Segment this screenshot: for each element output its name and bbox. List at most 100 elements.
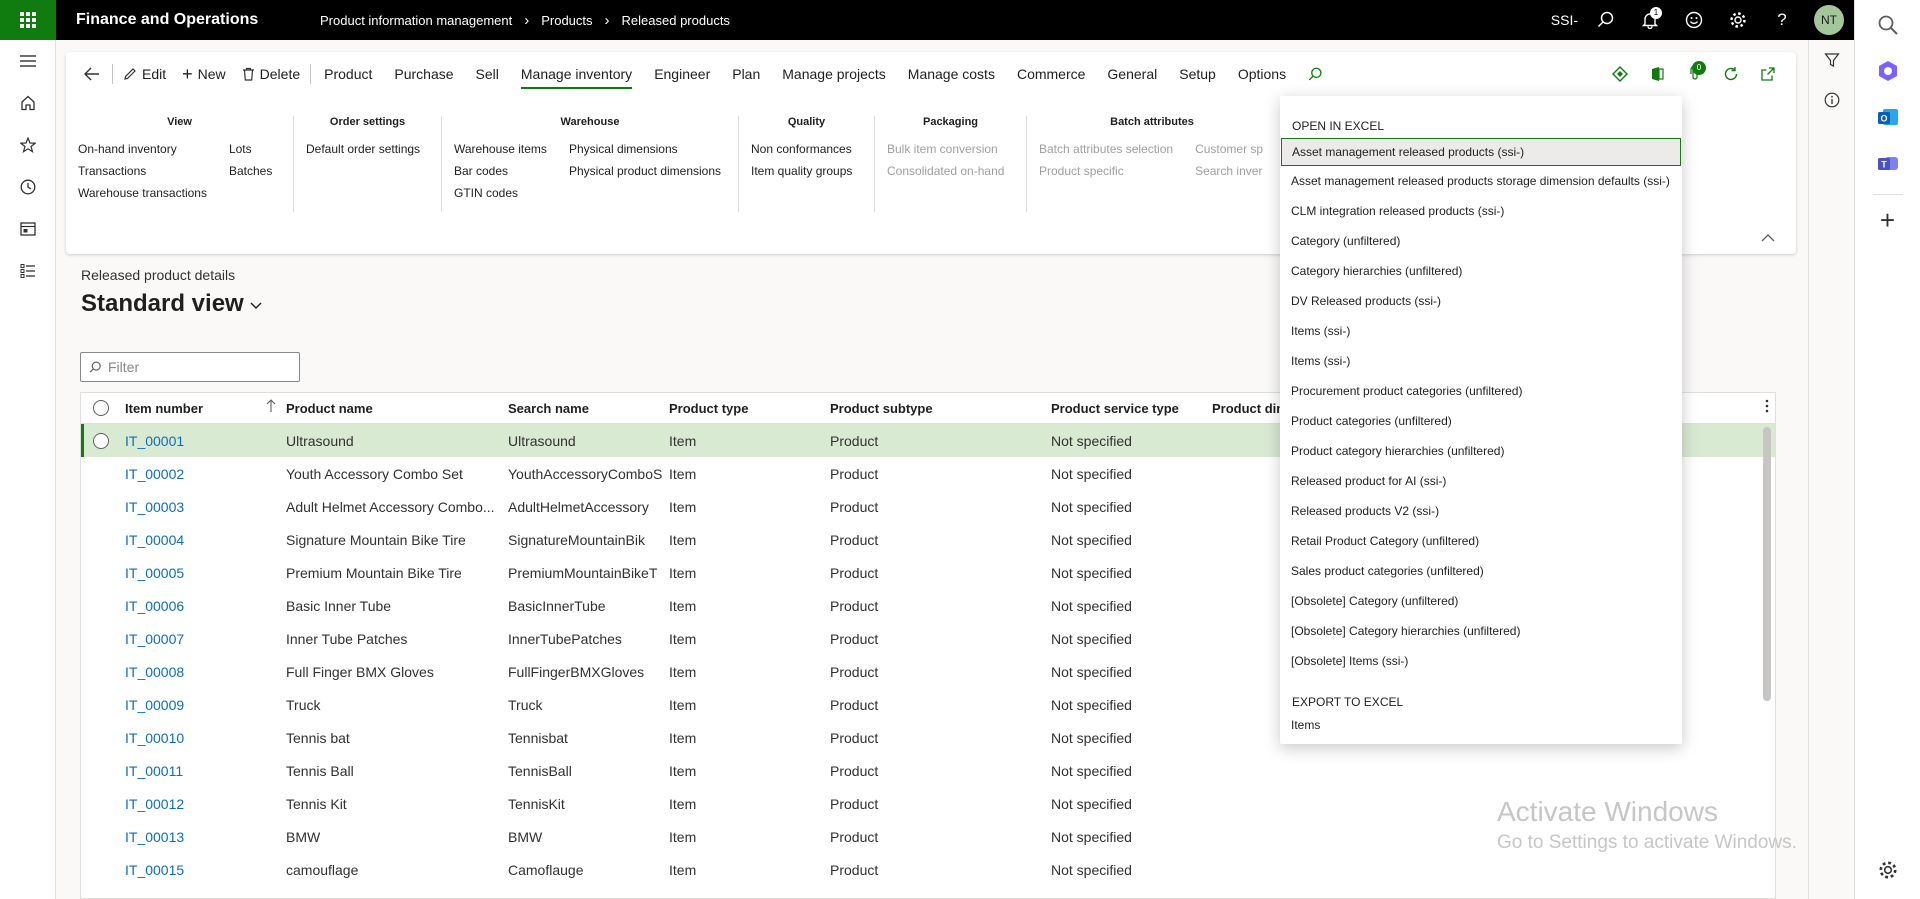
expand-nav-button[interactable]: [0, 40, 56, 82]
open-in-excel-item[interactable]: Items (ssi-): [1280, 316, 1682, 346]
collapse-action-pane-button[interactable]: [1758, 228, 1778, 248]
open-in-excel-item[interactable]: Released product for AI (ssi-): [1280, 466, 1682, 496]
physical-product-dimensions-button[interactable]: Physical product dimensions: [569, 160, 721, 182]
warehouse-transactions-button[interactable]: Warehouse transactions: [78, 182, 207, 204]
office-button[interactable]: [1638, 60, 1675, 88]
tab-options[interactable]: Options: [1227, 52, 1297, 96]
item-number-link[interactable]: IT_00011: [121, 763, 282, 779]
bar-codes-button[interactable]: Bar codes: [454, 160, 547, 182]
edit-button[interactable]: Edit: [115, 52, 174, 96]
filter-pane-button[interactable]: [1809, 40, 1855, 80]
tab-sell[interactable]: Sell: [465, 52, 510, 96]
open-in-excel-item[interactable]: Product category hierarchies (unfiltered…: [1280, 436, 1682, 466]
transactions-button[interactable]: Transactions: [78, 160, 207, 182]
add-app-button[interactable]: +: [1866, 199, 1910, 241]
user-avatar-button[interactable]: NT: [1804, 0, 1854, 40]
item-number-link[interactable]: IT_00001: [121, 433, 282, 449]
column-header-product-subtype[interactable]: Product subtype: [826, 401, 1047, 416]
item-number-link[interactable]: IT_00009: [121, 697, 282, 713]
open-in-excel-item[interactable]: Category (unfiltered): [1280, 226, 1682, 256]
column-header-item-number[interactable]: Item number: [121, 398, 282, 416]
filter-box[interactable]: [80, 352, 300, 382]
teams-app[interactable]: T: [1866, 142, 1910, 184]
item-number-link[interactable]: IT_00013: [121, 829, 282, 845]
column-header-product-service-type[interactable]: Product service type: [1047, 401, 1208, 416]
tab-product[interactable]: Product: [313, 52, 383, 96]
tab-manage-costs[interactable]: Manage costs: [897, 52, 1006, 96]
bulk-item-conversion-button[interactable]: Bulk item conversion: [887, 138, 1004, 160]
open-in-excel-item[interactable]: Asset management released products (ssi-…: [1281, 138, 1681, 166]
open-in-excel-item[interactable]: Released products V2 (ssi-): [1280, 496, 1682, 526]
search-button[interactable]: [1584, 0, 1628, 40]
open-in-excel-item[interactable]: Items (ssi-): [1280, 346, 1682, 376]
copilot-app[interactable]: [1866, 50, 1910, 92]
warehouse-items-button[interactable]: Warehouse items: [454, 138, 547, 160]
tab-manage-inventory[interactable]: Manage inventory: [510, 52, 643, 96]
item-number-link[interactable]: IT_00005: [121, 565, 282, 581]
search-button[interactable]: [1866, 4, 1910, 46]
batch-attributes-selection-button[interactable]: Batch attributes selection: [1039, 138, 1173, 160]
open-new-window-button[interactable]: [1749, 60, 1786, 88]
open-in-excel-item[interactable]: Product categories (unfiltered): [1280, 406, 1682, 436]
nav-workspaces[interactable]: [0, 208, 56, 250]
physical-dimensions-button[interactable]: Physical dimensions: [569, 138, 721, 160]
notifications-button[interactable]: 1: [1628, 0, 1672, 40]
item-number-link[interactable]: IT_00006: [121, 598, 282, 614]
item-number-link[interactable]: IT_00010: [121, 730, 282, 746]
on-hand-inventory-button[interactable]: On-hand inventory: [78, 138, 207, 160]
tab-commerce[interactable]: Commerce: [1006, 52, 1096, 96]
column-header-product-name[interactable]: Product name: [282, 401, 504, 416]
open-in-excel-item[interactable]: [Obsolete] Items (ssi-): [1280, 646, 1682, 676]
customer-specific-button[interactable]: Customer sp: [1195, 138, 1263, 160]
open-in-excel-item[interactable]: Retail Product Category (unfiltered): [1280, 526, 1682, 556]
open-in-excel-item[interactable]: [Obsolete] Category hierarchies (unfilte…: [1280, 616, 1682, 646]
open-in-excel-item[interactable]: Sales product categories (unfiltered): [1280, 556, 1682, 586]
item-number-link[interactable]: IT_00008: [121, 664, 282, 680]
item-quality-groups-button[interactable]: Item quality groups: [751, 160, 852, 182]
item-number-link[interactable]: IT_00003: [121, 499, 282, 515]
export-to-excel-item[interactable]: Items: [1280, 714, 1682, 736]
power-apps-button[interactable]: [1601, 60, 1638, 88]
company-picker[interactable]: SSI-: [1551, 12, 1578, 28]
open-in-excel-item[interactable]: Asset management released products stora…: [1280, 166, 1682, 196]
settings-button[interactable]: [1866, 849, 1910, 891]
back-button[interactable]: [74, 52, 110, 96]
item-number-link[interactable]: IT_00012: [121, 796, 282, 812]
default-order-settings-button[interactable]: Default order settings: [306, 138, 420, 160]
item-number-link[interactable]: IT_00004: [121, 532, 282, 548]
item-number-link[interactable]: IT_00007: [121, 631, 282, 647]
feedback-button[interactable]: [1672, 0, 1716, 40]
open-in-excel-item[interactable]: Procurement product categories (unfilter…: [1280, 376, 1682, 406]
table-row[interactable]: IT_00015 camouflage Camoflauge Item Product N…: [81, 853, 1775, 886]
app-title[interactable]: Finance and Operations: [76, 11, 306, 29]
search-inventory-button[interactable]: Search inver: [1195, 160, 1263, 182]
tab-general[interactable]: General: [1096, 52, 1168, 96]
gtin-codes-button[interactable]: GTIN codes: [454, 182, 547, 204]
select-all-checkbox[interactable]: [81, 400, 121, 416]
new-button[interactable]: + New: [174, 52, 234, 96]
nav-home[interactable]: [0, 82, 56, 124]
item-number-link[interactable]: IT_00015: [121, 862, 282, 878]
open-in-excel-item[interactable]: CLM integration released products (ssi-): [1280, 196, 1682, 226]
breadcrumb-item[interactable]: Products: [541, 13, 592, 28]
outlook-app[interactable]: O: [1866, 96, 1910, 138]
tab-manage-projects[interactable]: Manage projects: [771, 52, 897, 96]
non-conformances-button[interactable]: Non conformances: [751, 138, 852, 160]
nav-recent[interactable]: [0, 166, 56, 208]
product-specific-button[interactable]: Product specific: [1039, 160, 1173, 182]
tab-setup[interactable]: Setup: [1168, 52, 1227, 96]
tab-purchase[interactable]: Purchase: [383, 52, 464, 96]
view-selector[interactable]: Standard view: [81, 290, 262, 318]
settings-button[interactable]: [1716, 0, 1760, 40]
action-search-button[interactable]: [1297, 52, 1334, 96]
open-in-excel-item[interactable]: DV Released products (ssi-): [1280, 286, 1682, 316]
open-in-excel-item[interactable]: Category hierarchies (unfiltered): [1280, 256, 1682, 286]
info-button[interactable]: [1809, 80, 1855, 120]
consolidated-on-hand-button[interactable]: Consolidated on-hand: [887, 160, 1004, 182]
attachments-button[interactable]: 0: [1675, 60, 1712, 88]
batches-button[interactable]: Batches: [229, 160, 272, 182]
item-number-link[interactable]: IT_00002: [121, 466, 282, 482]
help-button[interactable]: ?: [1760, 0, 1804, 40]
breadcrumb-item[interactable]: Released products: [622, 13, 730, 28]
column-header-search-name[interactable]: Search name: [504, 401, 665, 416]
